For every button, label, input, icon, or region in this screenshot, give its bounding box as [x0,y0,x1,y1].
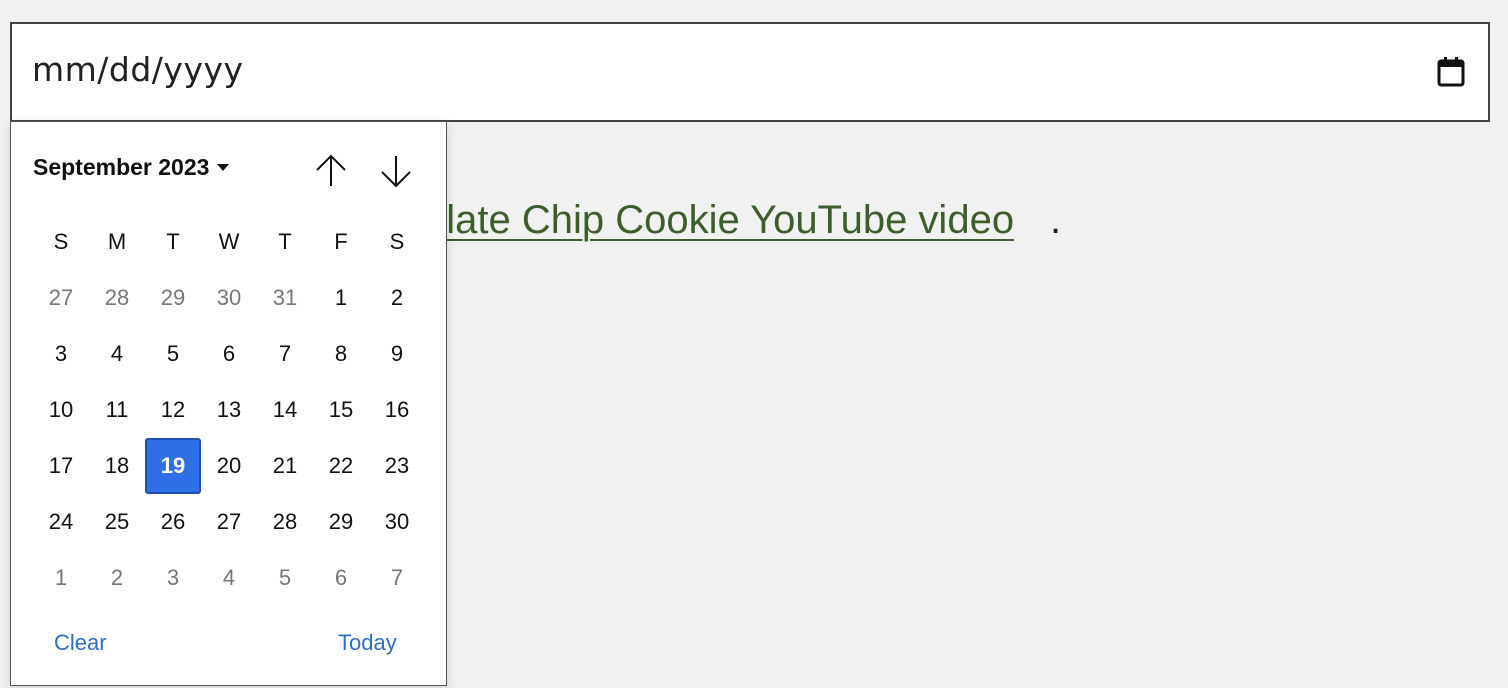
calendar-day[interactable]: 6 [201,326,257,382]
calendar-week-row: 1234567 [33,550,425,606]
calendar-day[interactable]: 2 [89,550,145,606]
calendar-day[interactable]: 24 [33,494,89,550]
calendar-day[interactable]: 29 [313,494,369,550]
calendar-popup: September 2023 SMTWTFS 27 28 29 30 31 1 2 3 4 5 6 7… [10,121,447,686]
calendar-day[interactable]: 16 [369,382,425,438]
calendar-day[interactable]: 25 [89,494,145,550]
calendar-day[interactable]: 11 [89,382,145,438]
calendar-day[interactable]: 29 [145,270,201,326]
caret-down-icon [217,164,230,171]
calendar-day[interactable]: 4 [89,326,145,382]
weekday-label: F [334,229,348,254]
arrow-up-icon [316,154,346,186]
date-input-value[interactable]: mm/dd/yyyy [32,50,244,89]
calendar-week-row: 17 18 19 20 21 22 23 [33,438,425,494]
calendar-day[interactable]: 3 [145,550,201,606]
calendar-day[interactable]: 1 [313,270,369,326]
calendar-day[interactable]: 26 [145,494,201,550]
calendar-day[interactable]: 27 [201,494,257,550]
calendar-day[interactable]: 2 [369,270,425,326]
calendar-day[interactable]: 15 [313,382,369,438]
weekday-label: M [107,229,127,254]
calendar-day[interactable]: 20 [201,438,257,494]
youtube-video-link[interactable]: colate Chip Cookie YouTube video [404,198,1014,243]
calendar-day[interactable]: 3 [33,326,89,382]
arrow-down-icon [381,156,411,188]
calendar-day[interactable]: 1 [33,550,89,606]
calendar-day[interactable]: 18 [89,438,145,494]
calendar-weeks: 27 28 29 30 31 1 2 3 4 5 6 7 8 9 10 11 12 13 14 15 16 17 18 19 2… [33,270,425,606]
calendar-day[interactable]: 10 [33,382,89,438]
date-input[interactable]: mm/dd/yyyy [10,22,1490,122]
weekday-label: W [218,229,240,254]
calendar-day[interactable]: 22 [313,438,369,494]
calendar-week-row: 27 28 29 30 31 1 2 [33,270,425,326]
weekday-label: S [53,229,69,254]
calendar-day[interactable]: 8 [313,326,369,382]
weekday-label: S [389,229,405,254]
previous-month-button[interactable] [311,150,351,192]
clear-button[interactable]: Clear [54,630,107,656]
calendar-day[interactable]: 31 [257,270,313,326]
calendar-day-selected[interactable]: 19 [145,438,201,494]
calendar-day[interactable]: 7 [369,550,425,606]
weekday-header-row: SMTWTFS [33,214,425,270]
calendar-day[interactable]: 12 [145,382,201,438]
calendar-day[interactable]: 23 [369,438,425,494]
calendar-week-row: 3456789 [33,326,425,382]
month-year-selector[interactable]: September 2023 [33,154,230,181]
calendar-grid: SMTWTFS 27 28 29 30 31 1 2 3 4 5 6 7 8 9 10 11 12 13 14 15 1… [33,214,425,606]
calendar-day[interactable]: 5 [257,550,313,606]
calendar-day[interactable]: 17 [33,438,89,494]
calendar-day[interactable]: 30 [201,270,257,326]
calendar-week-row: 10 11 12 13 14 15 16 [33,382,425,438]
calendar-day[interactable]: 27 [33,270,89,326]
calendar-week-row: 24 25 26 27 28 29 30 [33,494,425,550]
calendar-day[interactable]: 30 [369,494,425,550]
weekday-label: T [166,229,180,254]
calendar-day[interactable]: 6 [313,550,369,606]
next-month-button[interactable] [376,150,416,192]
link-period: . [1050,198,1062,242]
month-year-label: September 2023 [33,154,210,180]
calendar-day[interactable]: 14 [257,382,313,438]
calendar-day[interactable]: 9 [369,326,425,382]
calendar-day[interactable]: 4 [201,550,257,606]
calendar-day[interactable]: 13 [201,382,257,438]
calendar-day[interactable]: 28 [89,270,145,326]
calendar-icon[interactable] [1436,56,1466,88]
calendar-day[interactable]: 5 [145,326,201,382]
calendar-day[interactable]: 28 [257,494,313,550]
calendar-day[interactable]: 21 [257,438,313,494]
calendar-day[interactable]: 7 [257,326,313,382]
today-button[interactable]: Today [338,630,397,656]
weekday-label: T [278,229,292,254]
